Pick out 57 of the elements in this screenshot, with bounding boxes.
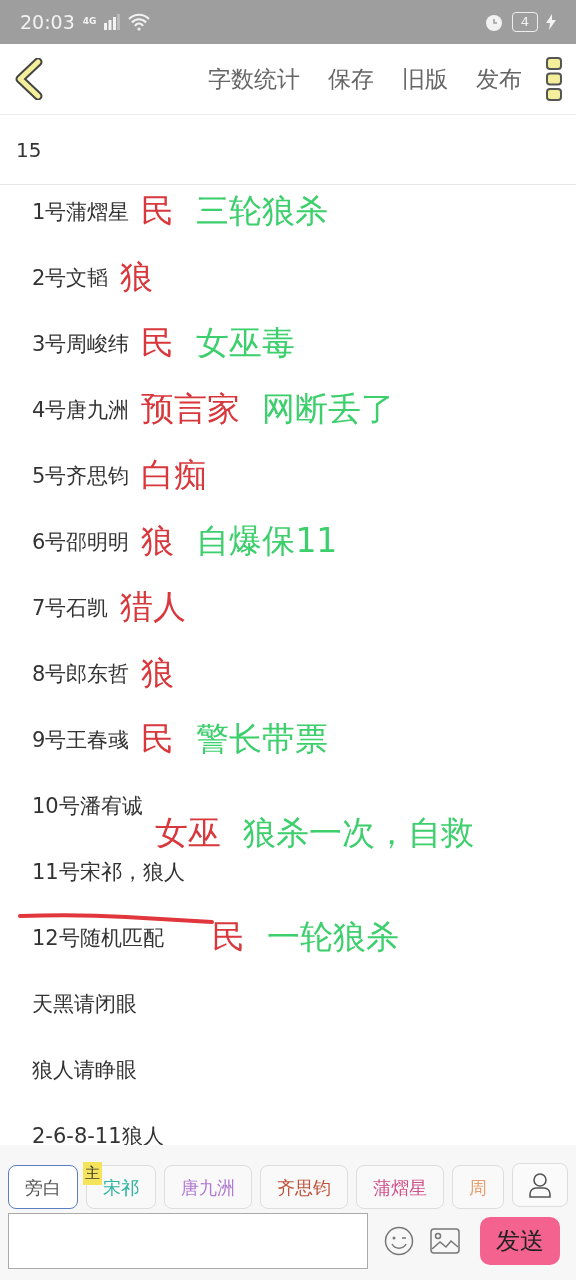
signal-icon	[104, 14, 121, 30]
role-annotation: 民	[141, 193, 175, 230]
toolbar-action[interactable]: 发布	[476, 61, 522, 97]
role-annotation: 白痴	[141, 457, 208, 494]
script-line: 3号周峻纬	[32, 331, 130, 358]
role-annotation: 狼	[141, 523, 175, 560]
script-line: 8号郎东哲	[32, 661, 130, 688]
toolbar-action[interactable]: 字数统计	[208, 61, 300, 97]
host-badge: 主	[83, 1162, 102, 1185]
script-line: 9号王春彧	[32, 727, 130, 754]
word-count: 15	[16, 136, 42, 164]
remark-annotation: 自爆保11	[196, 523, 338, 560]
role-annotation: 民	[141, 325, 175, 362]
wifi-icon	[128, 13, 151, 31]
role-annotation: 猎人	[120, 589, 187, 626]
role-annotation: 狼	[141, 655, 175, 692]
role-annotation: 女巫	[154, 815, 221, 852]
speaker-chip[interactable]: 唐九洲	[164, 1165, 252, 1209]
toolbar-action[interactable]: 保存	[328, 61, 374, 97]
script-line: 12号随机匹配	[32, 913, 164, 955]
network-label: 4G	[82, 15, 97, 29]
speaker-chip[interactable]: 蒲熠星	[356, 1165, 444, 1209]
script-line: 6号邵明明	[32, 529, 130, 556]
remark-annotation: 女巫毒	[196, 325, 296, 362]
emoji-icon[interactable]	[384, 1226, 414, 1256]
script-line: 1号蒲熠星	[32, 199, 130, 226]
send-button[interactable]: 发送	[480, 1217, 560, 1265]
script-line: 5号齐思钧	[32, 463, 130, 490]
role-annotation: 民	[141, 721, 175, 758]
user-button[interactable]	[512, 1163, 568, 1207]
remark-annotation: 一轮狼杀	[266, 919, 399, 956]
alarm-clock-icon	[483, 12, 504, 32]
battery-indicator: 4	[511, 12, 538, 32]
script-line: 天黑请闭眼	[32, 991, 137, 1018]
role-annotation: 狼	[120, 259, 154, 296]
remark-annotation: 网断丢了	[262, 391, 395, 428]
remark-annotation: 警长带票	[196, 721, 329, 758]
speaker-chip[interactable]: 旁白	[8, 1165, 78, 1209]
script-line: 4号唐九洲	[32, 397, 130, 424]
script-line: 7号石凯	[32, 595, 109, 622]
role-annotation: 民	[211, 919, 245, 956]
role-annotation: 预言家	[141, 391, 241, 428]
back-icon[interactable]	[14, 58, 44, 100]
message-input[interactable]	[8, 1213, 368, 1269]
script-line: 2号文韬	[32, 265, 109, 292]
image-icon[interactable]	[430, 1228, 460, 1254]
toolbar-action[interactable]: 旧版	[402, 61, 448, 97]
charging-icon	[546, 14, 556, 30]
remark-annotation: 狼杀一次，自救	[242, 815, 474, 852]
script-line: 10号潘宥诚	[32, 793, 143, 820]
script-line: 11号宋祁，狼人	[32, 859, 185, 886]
remark-annotation: 三轮狼杀	[196, 193, 329, 230]
user-icon	[528, 1172, 553, 1198]
status-time: 20:03	[20, 9, 75, 35]
speaker-chip[interactable]: 齐思钧	[260, 1165, 348, 1209]
menu-icon[interactable]	[546, 57, 562, 101]
script-line: 狼人请睁眼	[32, 1057, 137, 1084]
